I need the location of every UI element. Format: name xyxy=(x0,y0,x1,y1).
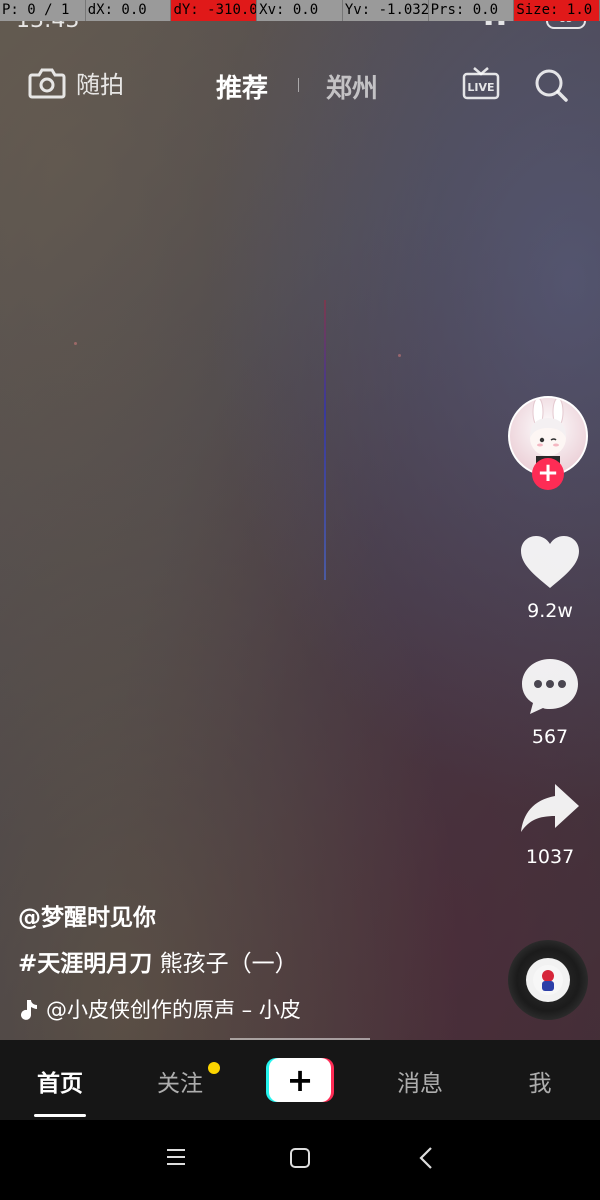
debug-dx: dX: 0.0 xyxy=(86,0,172,21)
camera-button[interactable]: 随拍 xyxy=(28,65,124,100)
live-button[interactable]: LIVE xyxy=(462,64,500,106)
music-disc[interactable] xyxy=(508,940,588,1020)
comment-count: 567 xyxy=(531,726,569,748)
debug-xv: Xv: 0.0 xyxy=(257,0,343,21)
creator-avatar-group: + xyxy=(508,396,588,490)
search-icon xyxy=(535,69,568,102)
disc-cover-art xyxy=(533,965,563,995)
camera-label: 随拍 xyxy=(76,71,124,99)
home-button[interactable] xyxy=(288,1146,312,1174)
description-text: 熊孩子（一） xyxy=(152,951,298,977)
home-square-icon xyxy=(290,1148,310,1168)
system-navigation-bar xyxy=(0,1120,600,1200)
menu-button[interactable] xyxy=(165,1146,187,1172)
search-button[interactable] xyxy=(532,66,570,108)
share-count: 1037 xyxy=(525,846,575,868)
debug-size: Size: 1.0 xyxy=(514,0,600,21)
pointer-debug-overlay: P: 0 / 1 dX: 0.0 dY: -310.0 Xv: 0.0 Yv: … xyxy=(0,0,600,21)
video-content-dot xyxy=(74,342,77,345)
music-note-icon xyxy=(21,1000,37,1020)
menu-icon xyxy=(167,1149,185,1165)
top-nav: 随拍 推荐 郑州 LIVE xyxy=(0,60,600,110)
create-video-button[interactable]: + xyxy=(266,1058,334,1102)
video-description: #天涯明月刀 熊孩子（一） xyxy=(18,944,298,978)
debug-dy: dY: -310.0 xyxy=(171,0,258,21)
music-disc-cover xyxy=(526,958,570,1002)
heart-icon xyxy=(521,536,579,588)
tab-following[interactable]: 关注 xyxy=(120,1064,240,1098)
comment-button[interactable]: 567 xyxy=(508,656,592,748)
share-icon xyxy=(521,784,579,832)
bottom-tab-bar: 首页 关注 + 消息 我 xyxy=(0,1040,600,1120)
tab-home[interactable]: 首页 xyxy=(0,1064,120,1098)
like-count: 9.2w xyxy=(527,600,573,622)
author-handle[interactable]: @梦醒时见你 xyxy=(18,898,156,932)
comment-icon xyxy=(522,659,578,714)
share-button[interactable]: 1037 xyxy=(508,780,592,868)
active-tab-indicator xyxy=(34,1114,86,1117)
video-content-stroke xyxy=(324,300,326,580)
live-icon: LIVE xyxy=(462,67,500,100)
music-info[interactable]: @小皮侠创作的原声 – 小皮 xyxy=(18,994,301,1024)
music-title: @小皮侠创作的原声 – 小皮 xyxy=(46,998,301,1022)
back-button[interactable] xyxy=(416,1146,438,1174)
tab-recommend[interactable]: 推荐 xyxy=(216,68,268,105)
tab-city[interactable]: 郑州 xyxy=(326,68,378,105)
video-content-dot xyxy=(398,354,401,357)
plus-icon: + xyxy=(269,1058,331,1102)
debug-pressure: Prs: 0.0 xyxy=(429,0,515,21)
tab-me[interactable]: 我 xyxy=(480,1064,600,1098)
notification-dot xyxy=(208,1062,220,1074)
tab-messages[interactable]: 消息 xyxy=(360,1064,480,1098)
back-chevron-icon xyxy=(419,1147,432,1169)
live-label: LIVE xyxy=(467,81,494,94)
debug-pointer: P: 0 / 1 xyxy=(0,0,86,21)
hashtag-link[interactable]: #天涯明月刀 xyxy=(18,951,152,977)
like-button[interactable]: 9.2w xyxy=(508,534,592,622)
debug-yv: Yv: -1.032 xyxy=(343,0,429,21)
tab-divider xyxy=(298,78,299,92)
follow-plus-button[interactable]: + xyxy=(532,458,564,490)
camera-icon xyxy=(28,68,66,98)
